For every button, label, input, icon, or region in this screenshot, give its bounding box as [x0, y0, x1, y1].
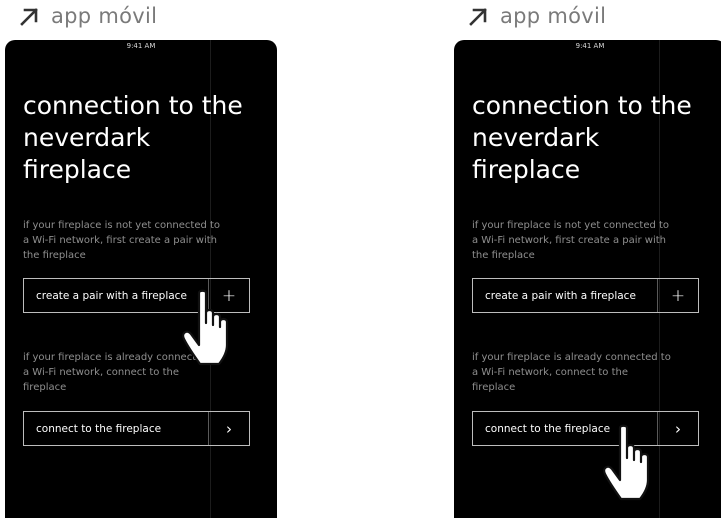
- pair-description: if your fireplace is not yet connected t…: [472, 220, 670, 261]
- create-pair-button-label: create a pair with a fireplace: [485, 289, 636, 302]
- panel-label: app móvil: [500, 4, 607, 28]
- connect-button[interactable]: connect to the fireplace ›: [472, 411, 699, 446]
- panel-left: app móvil 9:41 AM connection to the neve…: [5, 0, 277, 518]
- panel-label-row: app móvil: [466, 4, 606, 28]
- chevron-right-icon: ›: [675, 419, 681, 438]
- panel-label: app móvil: [51, 4, 158, 28]
- create-pair-button[interactable]: create a pair with a fireplace +: [472, 278, 699, 313]
- page-title: connection to the neverdark fireplace: [472, 91, 692, 184]
- panel-right: app móvil 9:41 AM connection to the neve…: [454, 0, 721, 518]
- hand-pointer-icon: [182, 289, 229, 366]
- hand-pointer-icon: [603, 424, 650, 501]
- status-time: 9:41 AM: [126, 42, 156, 50]
- phone-screen: 9:41 AM connection to the neverdark fire…: [5, 40, 277, 518]
- arrow-up-right-icon: [20, 8, 38, 26]
- phone-screen: 9:41 AM connection to the neverdark fire…: [454, 40, 721, 518]
- connect-button-label: connect to the fireplace: [36, 422, 162, 435]
- arrow-up-right-icon: [469, 8, 487, 26]
- plus-icon: +: [670, 285, 686, 306]
- pair-description: if your fireplace is not yet connected t…: [23, 220, 221, 261]
- page-title: connection to the neverdark fireplace: [23, 91, 243, 184]
- connect-button[interactable]: connect to the fireplace ›: [23, 411, 250, 446]
- status-time: 9:41 AM: [575, 42, 605, 50]
- chevron-right-icon: ›: [226, 419, 232, 438]
- panel-label-row: app móvil: [17, 4, 157, 28]
- connect-description: if your fireplace is already connected t…: [472, 352, 671, 393]
